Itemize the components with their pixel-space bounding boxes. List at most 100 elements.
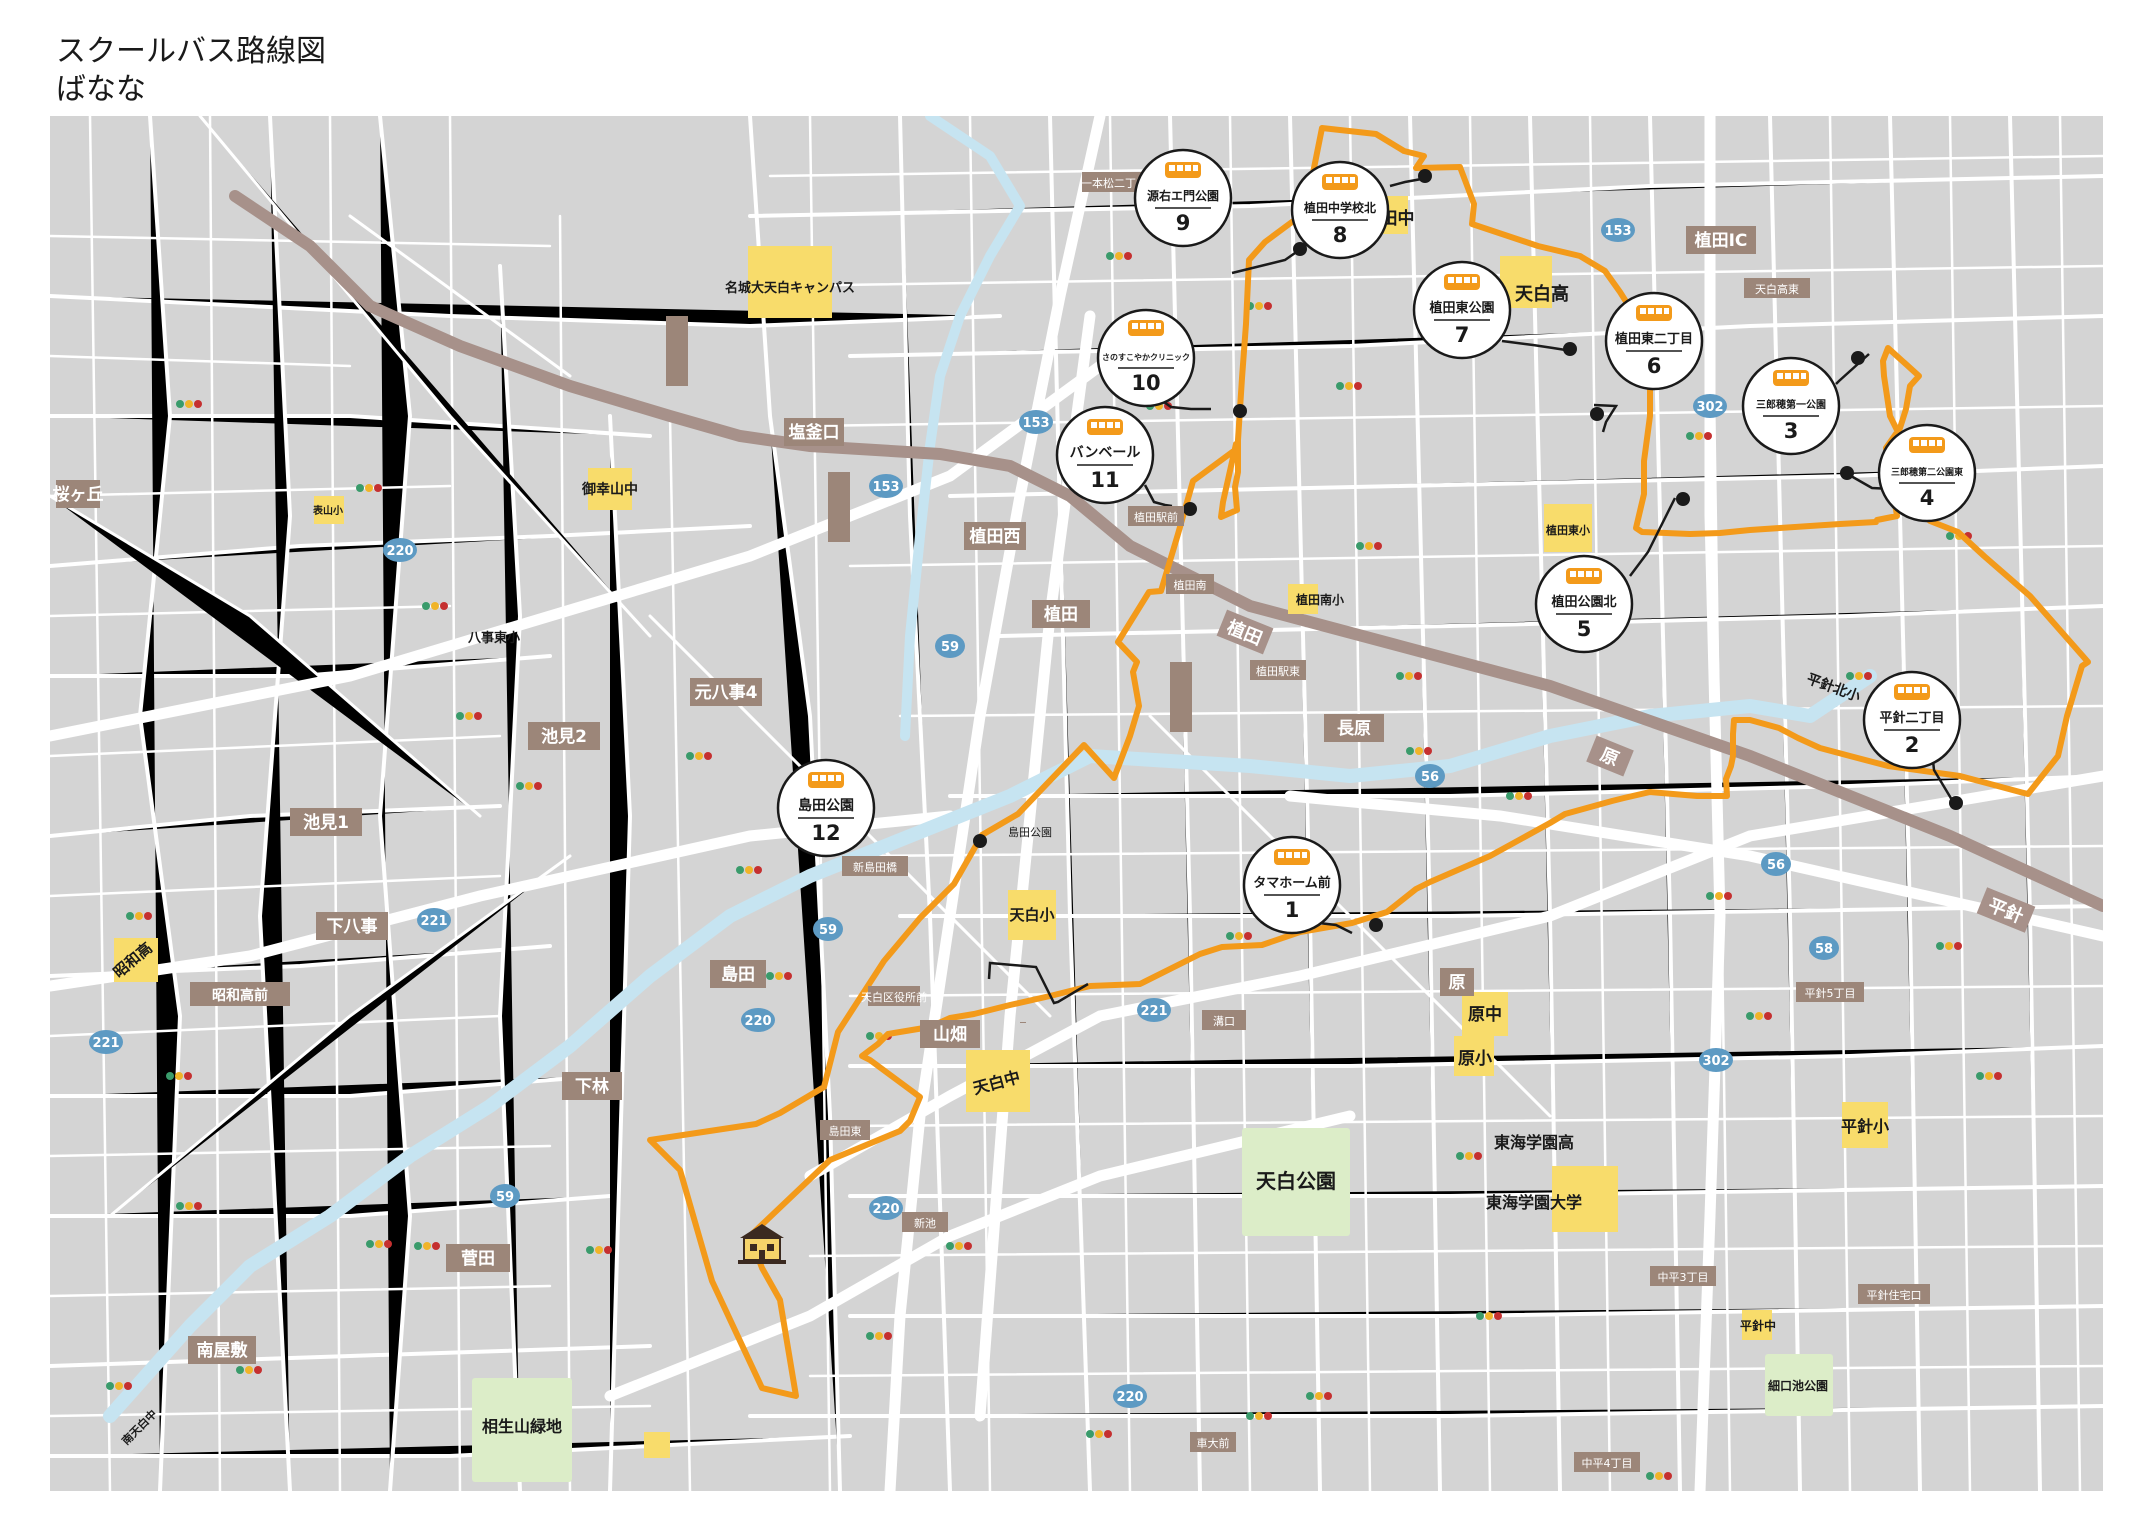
stop-badge-1[interactable]: タマホーム前 1 [1242,835,1342,935]
label-hirabari-elem: 平針小 [1841,1117,1889,1136]
label-genbachi4: 元八事4 [695,683,758,703]
page-subtitle: ばなな [56,72,146,107]
label-shimada-koen: 島田公園 [1008,825,1052,839]
road-badge-221b: 221 [92,1036,119,1051]
minor-labels: 島田公園 [1008,825,1052,839]
label-hara-small: 原 [1449,973,1466,993]
stop-name-8: 植田中学校北 [1303,200,1376,215]
label-tokai-high: 東海学園高 [1494,1133,1574,1152]
label-hirabari5: 平針5丁目 [1805,986,1856,1000]
label-tempaku-elem: 天白小 [1009,906,1054,924]
bus-icon [1165,162,1201,178]
label-ueda-ic: 植田IC [1695,230,1748,251]
stop-badge-7[interactable]: 植田東公園 7 [1412,260,1512,360]
stop-num-2: 2 [1905,733,1920,757]
label-shimada: 島田 [721,964,755,985]
label-shimoyagoto: 下八事 [327,917,378,937]
label-uedaeki-higashi: 植田駅東 [1256,664,1300,678]
stop-badge-5[interactable]: 植田公園北 5 [1534,554,1634,654]
label-kurumadai: 車大前 [1197,1436,1230,1450]
stop-num-3: 3 [1784,419,1799,443]
bus-icon [1322,174,1358,190]
label-minamiyashiki: 南屋敷 [197,1340,249,1361]
label-sakuragaoka: 桜ヶ丘 [53,484,104,505]
map-canvas: 153 153 220 221 221 59 59 56 56 302 302 … [50,116,2103,1491]
label-ueda-nishi: 植田西 [970,526,1021,547]
stop-badge-11[interactable]: バンベール 11 [1055,405,1155,505]
road-badge-153b: 153 [872,480,899,495]
label-tokai-univ: 東海学園大学 [1486,1193,1582,1212]
stop-num-5: 5 [1577,617,1592,641]
label-hara-jhs: 原中 [1468,1004,1502,1025]
bus-icon [1773,370,1809,386]
label-ikemi2: 池見2 [541,726,587,747]
stop-badge-2[interactable]: 平針二丁目 2 [1862,670,1962,770]
road-badge-58: 58 [1815,942,1833,957]
stop-badge-6[interactable]: 植田東二丁目 6 [1604,291,1704,391]
road-badge-56a: 56 [1421,770,1439,785]
label-shimobayashi: 下林 [575,1076,609,1097]
stop-name-12: 島田公園 [798,797,854,814]
road-badge-302b: 302 [1702,1054,1729,1069]
stop-badge-9[interactable]: 源右エ門公園 9 [1133,148,1233,248]
label-tempaku-ward: 天白区役所前 [861,990,927,1004]
stop-num-11: 11 [1090,468,1119,492]
label-tempaku-high: 天白高 [1515,283,1569,305]
bus-icon [1636,305,1672,321]
stop-num-7: 7 [1455,323,1470,347]
stop-num-9: 9 [1176,211,1191,235]
label-yamahata: 山畑 [933,1025,967,1045]
label-hirabari-jhs: 平針中 [1740,1318,1776,1333]
label-nakahira3: 中平3丁目 [1658,1271,1709,1284]
stop-badge-10[interactable]: さのすこやかクリニック 10 [1096,308,1196,408]
stop-name-4: 三郎穂第二公園東 [1891,466,1963,478]
label-ueda-minami-chip: 植田南 [1174,578,1207,592]
bus-icon [1566,568,1602,584]
stop-badge-12[interactable]: 島田公園 12 [776,758,876,858]
label-sugeta: 菅田 [461,1249,495,1269]
bus-icon [1444,274,1480,290]
stop-num-12: 12 [811,821,840,845]
label-shiogamaguchi: 塩釜口 [789,422,840,443]
road-badge-221c: 221 [1140,1004,1167,1019]
label-ueda: 植田 [1044,604,1078,625]
stop-num-10: 10 [1131,371,1160,395]
label-shinshimada: 新島田橋 [853,860,897,874]
road-badge-221a: 221 [420,914,447,929]
bus-icon [1087,419,1123,435]
label-nagahara: 長原 [1337,719,1371,739]
label-nishi-elem: 表山小 [312,504,343,517]
label-shimada-higashi: 島田東 [829,1124,862,1138]
label-gokosan: 御幸山中 [581,481,638,498]
stop-name-10: さのすこやかクリニック [1102,352,1190,362]
bus-icon [1894,684,1930,700]
road-badge-59b: 59 [819,923,837,938]
route-map[interactable]: 153 153 220 221 221 59 59 56 56 302 302 … [50,116,2103,1491]
stop-num-4: 4 [1920,486,1935,510]
label-aioiyama: 相生山緑地 [482,1417,562,1436]
stop-num-1: 1 [1285,898,1300,922]
label-shinjiike: 新池 [914,1216,936,1230]
label-ueda-ekimae-small: 植田駅前 [1134,510,1178,524]
label-tempaku-high-east: 天白高東 [1755,282,1799,296]
stop-num-8: 8 [1333,223,1348,247]
road-badge-59c: 59 [496,1190,514,1205]
road-badge-302a: 302 [1696,400,1723,415]
label-ueda-south-elem: 植田南小 [1295,592,1344,607]
stop-badge-4[interactable]: 三郎穂第二公園東 4 [1877,423,1977,523]
label-mizoguchi: 溝口 [1213,1015,1235,1028]
stop-name-2: 平針二丁目 [1879,710,1944,726]
label-hara-elem: 原小 [1458,1049,1492,1069]
road-badge-220c: 220 [872,1202,899,1217]
road-badge-59a: 59 [941,640,959,655]
label-ikemi1: 池見1 [303,812,349,833]
bus-icon [808,772,844,788]
label-nakahira4: 中平4丁目 [1582,1457,1633,1470]
stop-badge-8[interactable]: 植田中学校北 8 [1290,160,1390,260]
stop-badge-3[interactable]: 三郎穂第一公園 3 [1741,356,1841,456]
stop-name-6: 植田東二丁目 [1614,331,1693,347]
road-badge-56b: 56 [1767,858,1785,873]
stop-name-7: 植田東公園 [1428,300,1494,316]
page-title: スクールバス路線図 [56,34,326,69]
label-showa-mae: 昭和高前 [212,987,268,1004]
